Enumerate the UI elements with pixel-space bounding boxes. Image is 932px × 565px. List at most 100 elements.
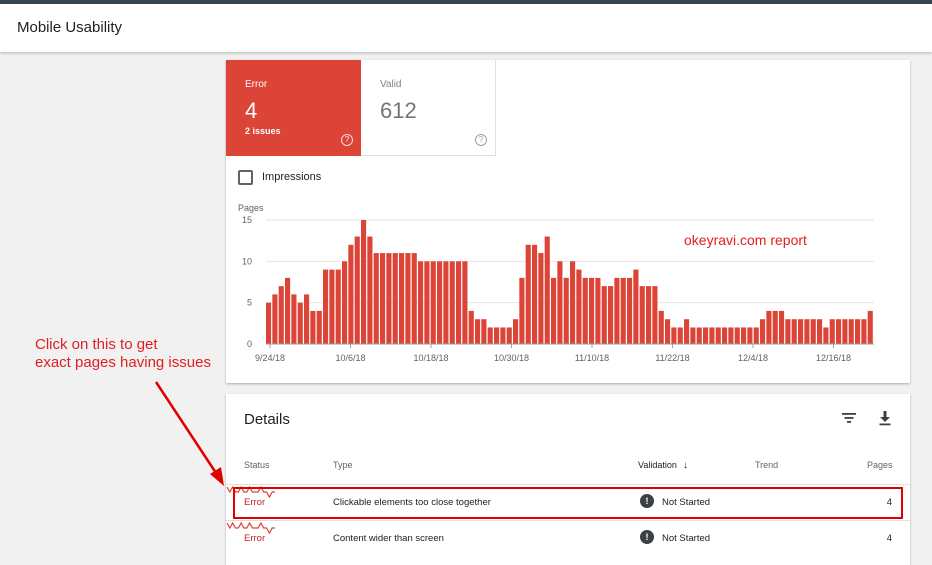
bar [411,253,417,344]
bar [690,327,696,344]
bar [791,319,797,344]
bar [532,244,538,344]
row-validation: Not Started [662,533,711,544]
bar [487,327,493,344]
bar [437,261,443,344]
bar [519,277,525,344]
bar [848,319,854,344]
bar [639,286,645,344]
bar [829,319,835,344]
filter-icon[interactable] [841,411,857,425]
bar [665,319,671,344]
bar [468,310,474,344]
bar [506,327,512,344]
bar [627,277,633,344]
app-header: Mobile Usability [0,4,932,52]
page-title: Mobile Usability [17,19,123,36]
bar [449,261,455,344]
bar [538,253,544,344]
bar [373,253,379,344]
help-icon[interactable]: ? [341,134,353,146]
bar [557,261,563,344]
bar [576,269,582,344]
bar [386,253,392,344]
bar [810,319,816,344]
pages-bar-chart: Pages 15 10 5 09/24/18 10/6/18 10/18/18 10/30/1… [238,203,874,363]
bar [703,327,709,344]
bar [525,244,531,344]
x-tick-label: 12/4/18 [738,353,768,363]
bar [823,327,829,344]
sort-down-icon[interactable]: ↓ [683,460,688,471]
click-annotation-line2: exact pages having issues [35,354,211,371]
x-tick-label: 9/24/18 [255,353,285,363]
table-row[interactable]: Error Content wider than screen ! Not St… [226,520,910,554]
impressions-label: Impressions [262,171,322,183]
bar [272,294,278,344]
bar [323,269,329,344]
bar [798,319,804,344]
col-pages[interactable]: Pages [867,460,893,470]
x-tick-label: 10/18/18 [413,353,448,363]
bar [266,302,272,344]
bar [658,310,664,344]
details-title: Details [244,411,290,428]
y-tick-label: 0 [247,339,252,349]
bar [861,319,867,344]
bar [551,277,557,344]
bar [684,319,690,344]
bar [620,277,626,344]
bar [500,327,506,344]
col-validation-label: Validation [638,460,677,470]
bar [867,310,873,344]
bar [430,261,436,344]
bar [462,261,468,344]
col-validation[interactable]: Validation ↓ [638,460,688,471]
details-card: Details Status Type Validation ↓ Trend Pa… [226,394,910,565]
error-issues: 2 issues [245,126,281,136]
bar [418,261,424,344]
bar [785,319,791,344]
bar [481,319,487,344]
bar [595,277,601,344]
y-tick-label: 15 [242,215,252,225]
highlight-box [233,487,903,519]
bar [392,253,398,344]
bar [297,302,303,344]
bar [278,286,284,344]
bar [424,261,430,344]
error-tile[interactable]: Error 4 2 issues ? [226,60,361,156]
bar [753,327,759,344]
valid-label: Valid [380,79,402,90]
bar [494,327,500,344]
bar [646,286,652,344]
y-tick-label: 10 [242,256,252,266]
help-icon[interactable]: ? [475,134,487,146]
impressions-toggle[interactable]: Impressions [238,169,321,185]
x-tick-label: 11/10/18 [575,353,609,363]
valid-count: 612 [380,98,417,123]
bar [291,294,297,344]
bar [677,327,683,344]
bar [361,220,367,344]
col-status[interactable]: Status [244,460,270,470]
valid-tile[interactable]: Valid 612 ? [361,60,496,156]
trend-line [226,521,275,535]
report-annotation: okeyravi.com report [684,232,807,248]
bar [652,286,658,344]
bar [316,310,322,344]
bar [582,277,588,344]
bar [589,277,595,344]
alert-icon: ! [640,530,654,544]
bar [380,253,386,344]
bar [741,327,747,344]
bar [513,319,519,344]
bar [734,327,740,344]
y-tick-label: 5 [247,298,252,308]
download-icon[interactable] [878,410,892,426]
y-axis-label: Pages [238,203,264,213]
impressions-checkbox[interactable] [238,169,253,185]
bar [855,319,861,344]
bar [722,327,728,344]
col-type[interactable]: Type [333,460,353,470]
